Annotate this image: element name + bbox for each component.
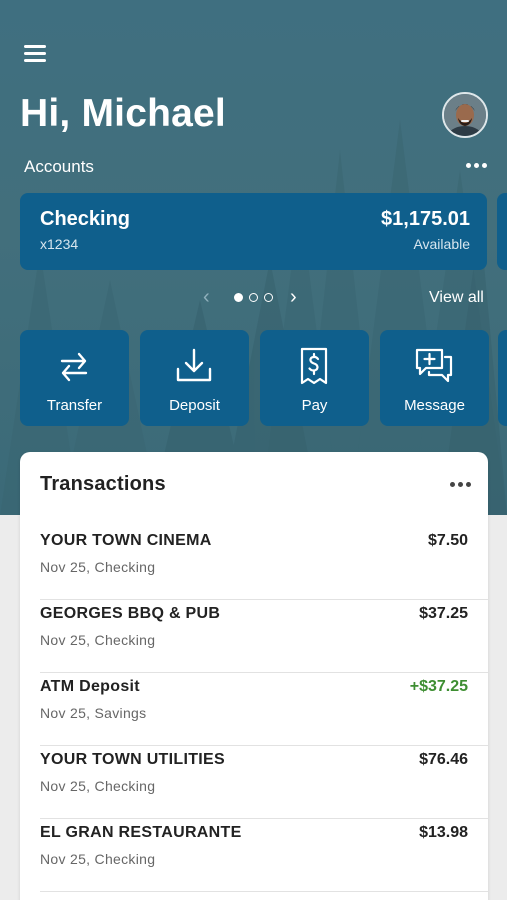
accounts-more-options-icon[interactable]: [466, 163, 487, 168]
deposit-button[interactable]: Deposit: [140, 330, 249, 426]
transaction-row[interactable]: YOUR TOWN UTILITIES Nov 25, Checking $76…: [20, 746, 488, 819]
account-number: x1234: [40, 236, 79, 252]
profile-photo-icon: [444, 94, 486, 136]
transactions-title: Transactions: [40, 473, 166, 495]
transfer-button[interactable]: Transfer: [20, 330, 129, 426]
chevron-left-icon[interactable]: ‹: [203, 286, 210, 308]
transaction-amount: $37.25: [419, 605, 468, 622]
row-divider: [40, 891, 488, 892]
transaction-name: YOUR TOWN UTILITIES: [40, 751, 225, 768]
account-name: Checking: [40, 208, 131, 230]
transaction-row[interactable]: EL GRAN RESTAURANTE Nov 25, Checking $13…: [20, 819, 488, 892]
hamburger-menu-icon[interactable]: [24, 45, 46, 63]
transfer-icon: [60, 352, 88, 382]
transaction-row[interactable]: YOUR TOWN CINEMA Nov 25, Checking $7.50: [20, 527, 488, 600]
transfer-label: Transfer: [46, 397, 103, 414]
transaction-meta: Nov 25, Checking: [40, 559, 156, 575]
transaction-meta: Nov 25, Savings: [40, 705, 147, 721]
accounts-section-label: Accounts: [24, 157, 94, 176]
chevron-right-icon[interactable]: ›: [290, 286, 297, 308]
pay-label: Pay: [301, 397, 328, 414]
transaction-row[interactable]: GEORGES BBQ & PUB Nov 25, Checking $37.2…: [20, 600, 488, 673]
transaction-name: YOUR TOWN CINEMA: [40, 532, 212, 549]
account-balance-label: Available: [413, 236, 470, 252]
transaction-name: ATM Deposit: [40, 678, 140, 695]
transaction-row[interactable]: ATM Deposit Nov 25, Savings +$37.25: [20, 673, 488, 746]
transaction-meta: Nov 25, Checking: [40, 778, 156, 794]
header-hero: Hi, Michael Accounts Checking x1234 $1,1…: [0, 0, 507, 515]
account-card-checking[interactable]: Checking x1234 $1,175.01 Available: [20, 193, 487, 270]
account-pager: ‹ ›: [200, 286, 310, 308]
transaction-name: EL GRAN RESTAURANTE: [40, 824, 242, 841]
page-dot[interactable]: [249, 293, 258, 302]
page-dot[interactable]: [234, 293, 243, 302]
transaction-meta: Nov 25, Checking: [40, 851, 156, 867]
page-dot[interactable]: [264, 293, 273, 302]
bill-pay-icon: [300, 347, 328, 385]
transaction-amount: +$37.25: [409, 678, 468, 695]
transaction-name: GEORGES BBQ & PUB: [40, 605, 221, 622]
transactions-more-options-icon[interactable]: [450, 482, 471, 487]
deposit-label: Deposit: [169, 397, 220, 414]
pay-button[interactable]: Pay: [260, 330, 369, 426]
transaction-amount: $13.98: [419, 824, 468, 841]
account-balance: $1,175.01: [381, 208, 470, 230]
view-all-accounts-link[interactable]: View all: [429, 289, 484, 307]
message-button[interactable]: Message: [380, 330, 489, 426]
deposit-icon: [176, 348, 212, 382]
transaction-meta: Nov 25, Checking: [40, 632, 156, 648]
next-account-card-peek[interactable]: [497, 193, 507, 270]
transaction-amount: $7.50: [427, 532, 468, 549]
transaction-amount: $76.46: [419, 751, 468, 768]
next-action-button-peek[interactable]: [498, 330, 507, 426]
message-label: Message: [404, 397, 465, 414]
transactions-card: Transactions YOUR TOWN CINEMA Nov 25, Ch…: [20, 452, 488, 900]
message-icon: [415, 348, 453, 383]
profile-avatar[interactable]: [442, 92, 488, 138]
greeting-heading: Hi, Michael: [20, 92, 226, 135]
